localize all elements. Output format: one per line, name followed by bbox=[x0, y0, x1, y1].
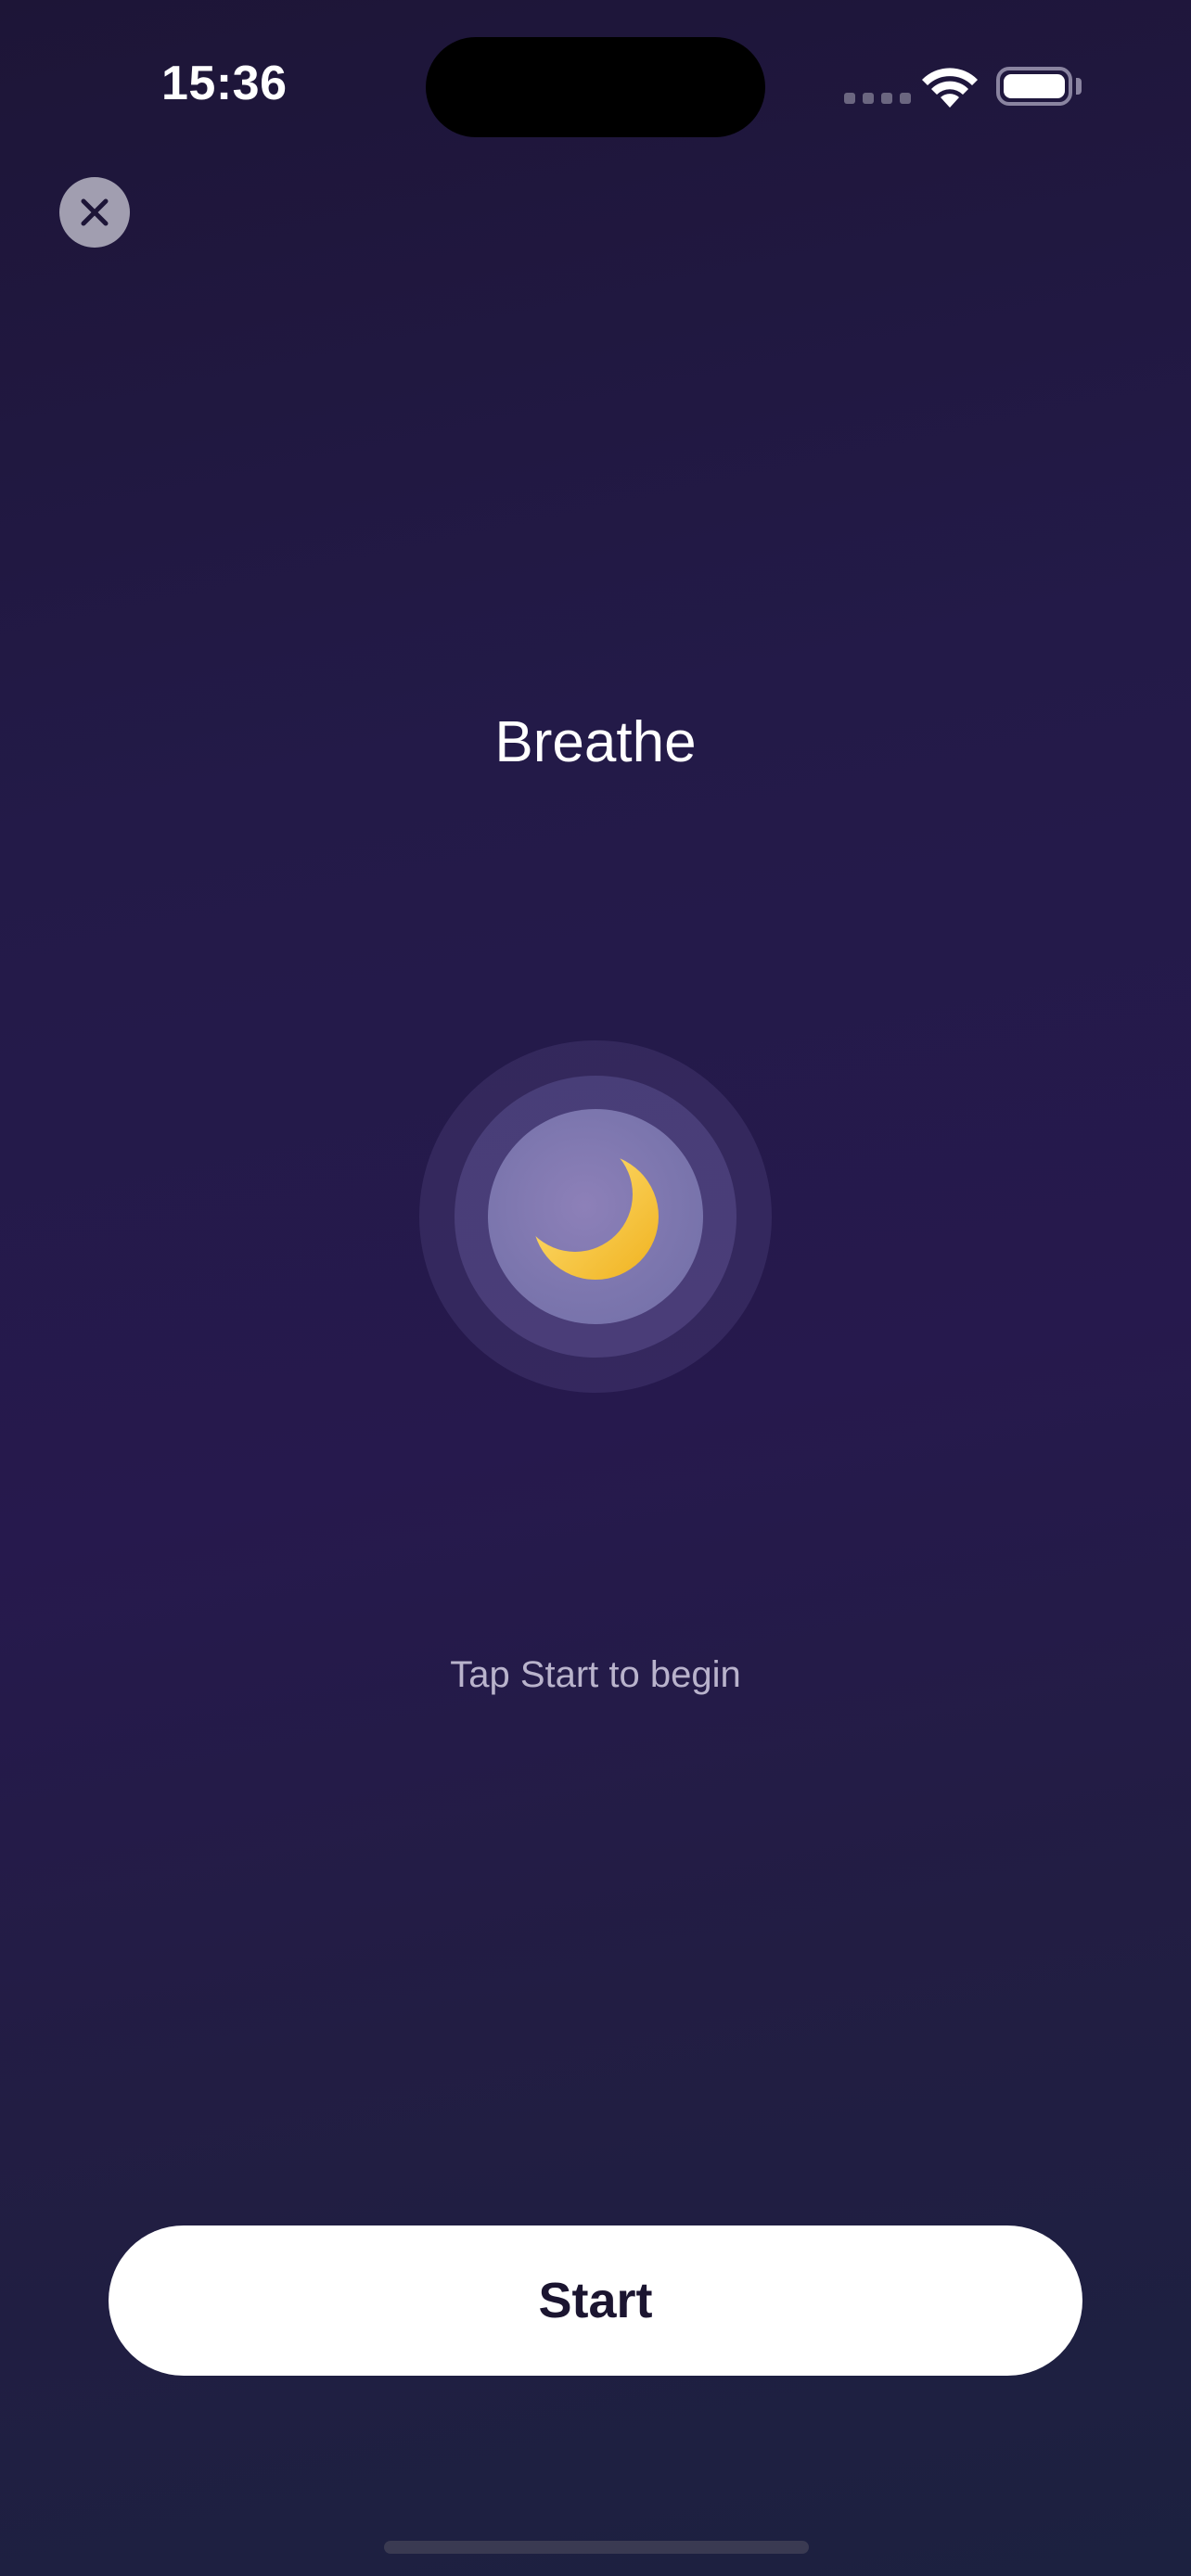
cellular-signal-icon bbox=[844, 93, 911, 104]
wifi-icon bbox=[922, 68, 978, 108]
dynamic-island bbox=[426, 37, 765, 137]
page-title: Breathe bbox=[494, 710, 697, 774]
close-button[interactable] bbox=[59, 177, 130, 248]
home-indicator[interactable] bbox=[384, 2541, 809, 2554]
start-button[interactable]: Start bbox=[109, 2225, 1082, 2376]
battery-icon bbox=[996, 67, 1072, 106]
battery-cap bbox=[1076, 78, 1082, 95]
crescent-moon-icon bbox=[532, 1154, 659, 1280]
instruction-text: Tap Start to begin bbox=[450, 1654, 741, 1695]
status-time: 15:36 bbox=[161, 57, 288, 110]
breathe-screen: 15:36 Breathe Tap Start to begin Start bbox=[0, 0, 1191, 2576]
close-icon bbox=[81, 198, 109, 226]
